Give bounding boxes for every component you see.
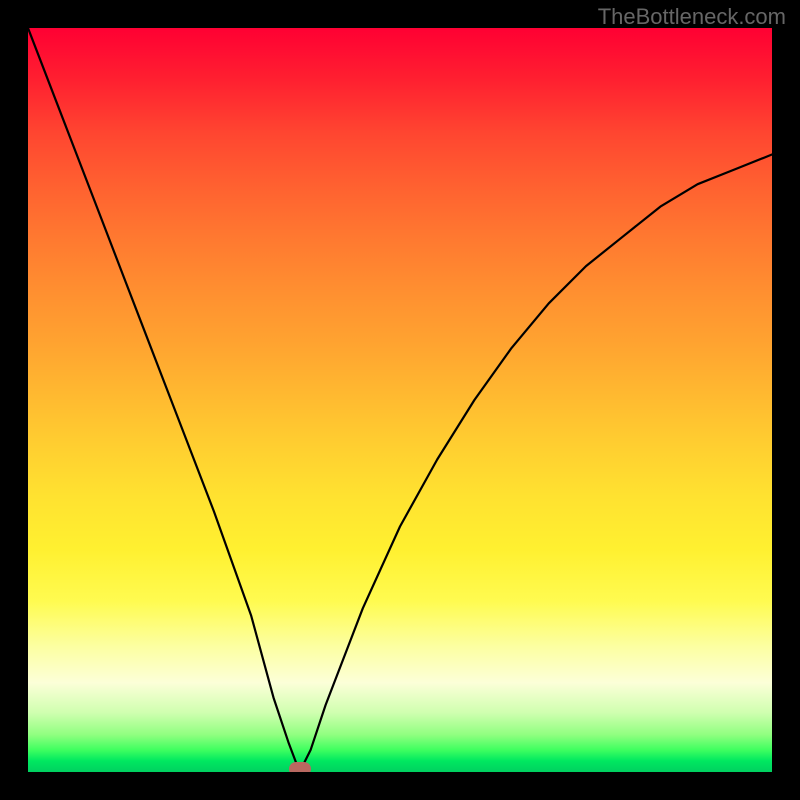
chart-curve-svg [28,28,772,772]
watermark-text: TheBottleneck.com [598,4,786,30]
chart-plot-area [28,28,772,772]
bottleneck-curve-line [28,28,772,772]
minimum-marker [289,762,311,772]
